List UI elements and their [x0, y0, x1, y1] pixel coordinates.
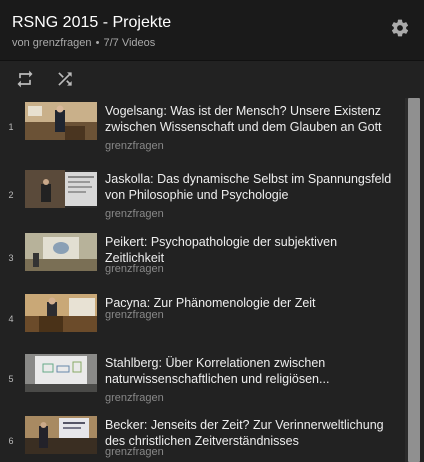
video-title[interactable]: Jaskolla: Das dynamische Selbst im Spann… — [105, 171, 397, 203]
video-thumbnail[interactable] — [25, 416, 97, 454]
playlist-title[interactable]: RSNG 2015 - Projekte — [12, 14, 171, 32]
video-thumbnail[interactable] — [25, 233, 97, 271]
shuffle-icon[interactable] — [54, 69, 76, 89]
video-owner[interactable]: grenzfragen — [105, 263, 164, 275]
playlist-items: 1 Vogelsang: Was ist der Mensch? Unsere … — [0, 98, 424, 462]
scrollbar-thumb[interactable] — [408, 98, 420, 462]
list-item[interactable]: 5 Stahlberg: Über Korrelationen zwischen… — [0, 350, 398, 410]
video-thumbnail[interactable] — [25, 170, 97, 208]
list-item[interactable]: 1 Vogelsang: Was ist der Mensch? Unsere … — [0, 98, 398, 158]
item-index: 5 — [8, 374, 14, 384]
loop-icon[interactable] — [14, 69, 36, 89]
video-owner[interactable]: grenzfragen — [105, 208, 164, 220]
playlist-owner[interactable]: von grenzfragen — [12, 37, 92, 49]
item-index: 1 — [8, 122, 14, 132]
item-index: 3 — [8, 253, 14, 263]
list-item[interactable]: 3 Peikert: Psychopathologie der subjekti… — [0, 229, 398, 289]
playlist-controls — [0, 61, 424, 98]
item-index: 6 — [8, 436, 14, 446]
list-item[interactable]: 6 Becker: Jenseits der Zeit? Zur Verinne… — [0, 412, 398, 462]
video-thumbnail[interactable] — [25, 102, 97, 140]
video-thumbnail[interactable] — [25, 294, 97, 332]
subtitle-separator: • — [95, 37, 100, 49]
video-thumbnail[interactable] — [25, 354, 97, 392]
playlist-header: RSNG 2015 - Projekte von grenzfragen • 7… — [0, 0, 424, 98]
gear-icon[interactable] — [390, 18, 410, 38]
video-owner[interactable]: grenzfragen — [105, 446, 164, 458]
item-index: 2 — [8, 190, 14, 200]
item-index: 4 — [8, 314, 14, 324]
video-title[interactable]: Stahlberg: Über Korrelationen zwischen n… — [105, 355, 397, 387]
video-title[interactable]: Peikert: Psychopathologie der subjektive… — [105, 234, 397, 266]
video-title[interactable]: Becker: Jenseits der Zeit? Zur Verinnerw… — [105, 417, 397, 449]
video-owner[interactable]: grenzfragen — [105, 392, 164, 404]
playlist-subtitle: von grenzfragen • 7/7 Videos — [12, 37, 155, 49]
list-item[interactable]: 2 Jaskolla: Das dynamische Selbst im Spa… — [0, 166, 398, 226]
video-title[interactable]: Vogelsang: Was ist der Mensch? Unsere Ex… — [105, 103, 397, 135]
list-item[interactable]: 4 Pacyna: Zur Phänomenologie der Zeit gr… — [0, 290, 398, 350]
video-owner[interactable]: grenzfragen — [105, 140, 164, 152]
video-owner[interactable]: grenzfragen — [105, 309, 164, 321]
playlist-video-count: 7/7 Videos — [103, 37, 156, 49]
